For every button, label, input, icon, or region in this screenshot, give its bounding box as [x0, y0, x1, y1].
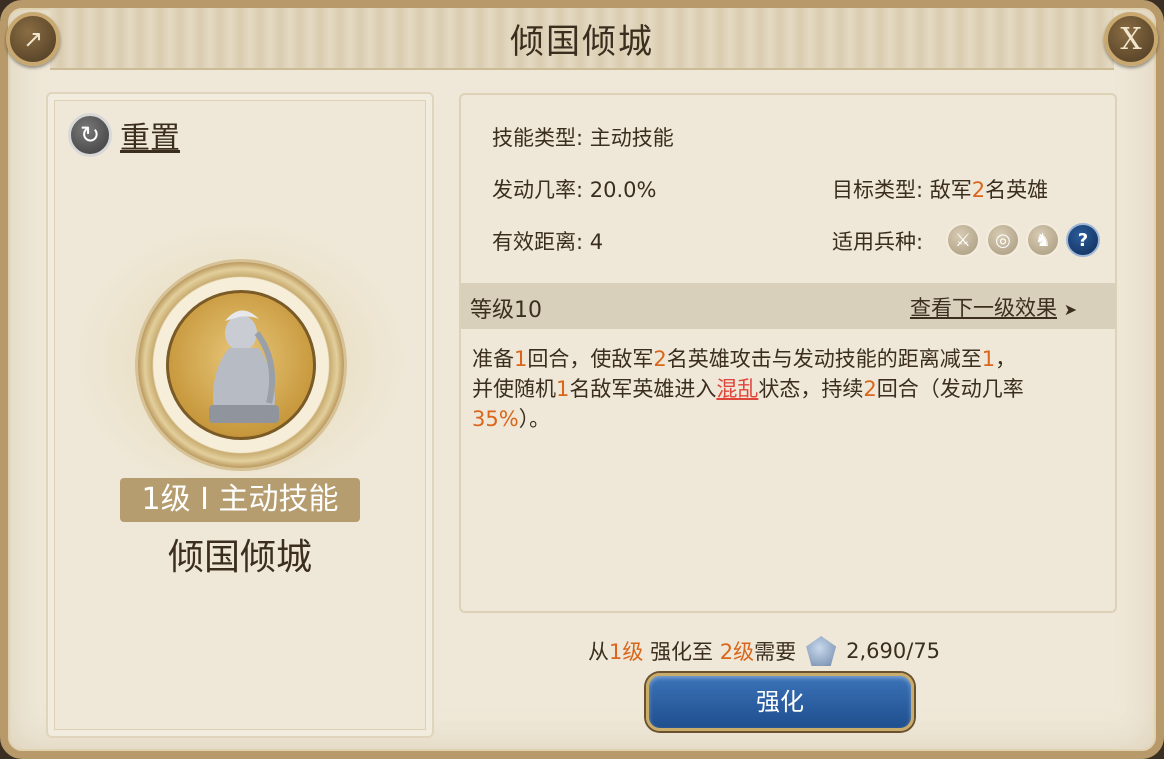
- skill-type-value: 主动技能: [589, 126, 674, 150]
- target-type-value: 敌军: [929, 178, 972, 202]
- figure-icon: [209, 310, 279, 423]
- horse-icon[interactable]: ♞: [1026, 223, 1060, 257]
- skill-portrait: [166, 290, 316, 440]
- target-type-label: 目标类型:: [832, 178, 924, 202]
- sword-icon[interactable]: ⚔: [946, 223, 980, 257]
- skill-name: 倾国倾城: [167, 537, 312, 578]
- trigger-rate-label: 发动几率:: [492, 178, 584, 202]
- share-icon: ↗: [22, 25, 44, 53]
- reset-button[interactable]: ↻ 重置: [68, 113, 180, 157]
- unit-types-label: 适用兵种:: [832, 230, 924, 254]
- upgrade-cost: 从 1级 强化至 2级 需要 2,690/75: [588, 636, 940, 666]
- reset-label: 重置: [120, 121, 180, 156]
- skill-level-badge: 1级 I 主动技能: [120, 478, 360, 522]
- target-type-row: 目标类型: 敌军2名英雄: [832, 174, 1048, 204]
- reset-icon: ↻: [68, 113, 112, 157]
- target-icon[interactable]: ◎: [986, 223, 1020, 257]
- range-row: 有效距离: 4: [492, 226, 603, 256]
- trigger-rate-value: 20.0%: [589, 178, 657, 202]
- upgrade-button[interactable]: 强化: [646, 673, 914, 731]
- question-icon[interactable]: ?: [1066, 223, 1100, 257]
- dialog-title: 倾国倾城: [510, 22, 654, 62]
- range-value: 4: [589, 230, 604, 254]
- share-button[interactable]: ↗: [6, 12, 60, 66]
- level-label: 等级10: [470, 298, 542, 323]
- status-confusion-link[interactable]: 混乱: [716, 377, 758, 401]
- close-icon: X: [1120, 21, 1142, 57]
- cost-amount: 2,690/75: [846, 639, 941, 663]
- next-level-link[interactable]: 查看下一级效果 ➤: [910, 292, 1077, 322]
- next-level-label: 查看下一级效果: [910, 296, 1057, 320]
- crystal-icon: [806, 636, 837, 666]
- close-button[interactable]: X: [1104, 12, 1158, 66]
- skill-type-label: 技能类型:: [492, 126, 584, 150]
- skill-type-row: 技能类型: 主动技能: [492, 122, 674, 152]
- skill-description: 准备1回合，使敌军2名英雄攻击与发动技能的距离减至1， 并使随机1名敌军英雄进入…: [472, 347, 1024, 431]
- unit-type-icons: ⚔ ◎ ♞ ?: [946, 223, 1100, 257]
- target-type-suffix: 名英雄: [985, 178, 1049, 202]
- arrow-right-icon: ➤: [1063, 300, 1078, 319]
- trigger-rate-row: 发动几率: 20.0%: [492, 174, 656, 204]
- target-count: 2: [971, 178, 986, 202]
- range-label: 有效距离:: [492, 230, 584, 254]
